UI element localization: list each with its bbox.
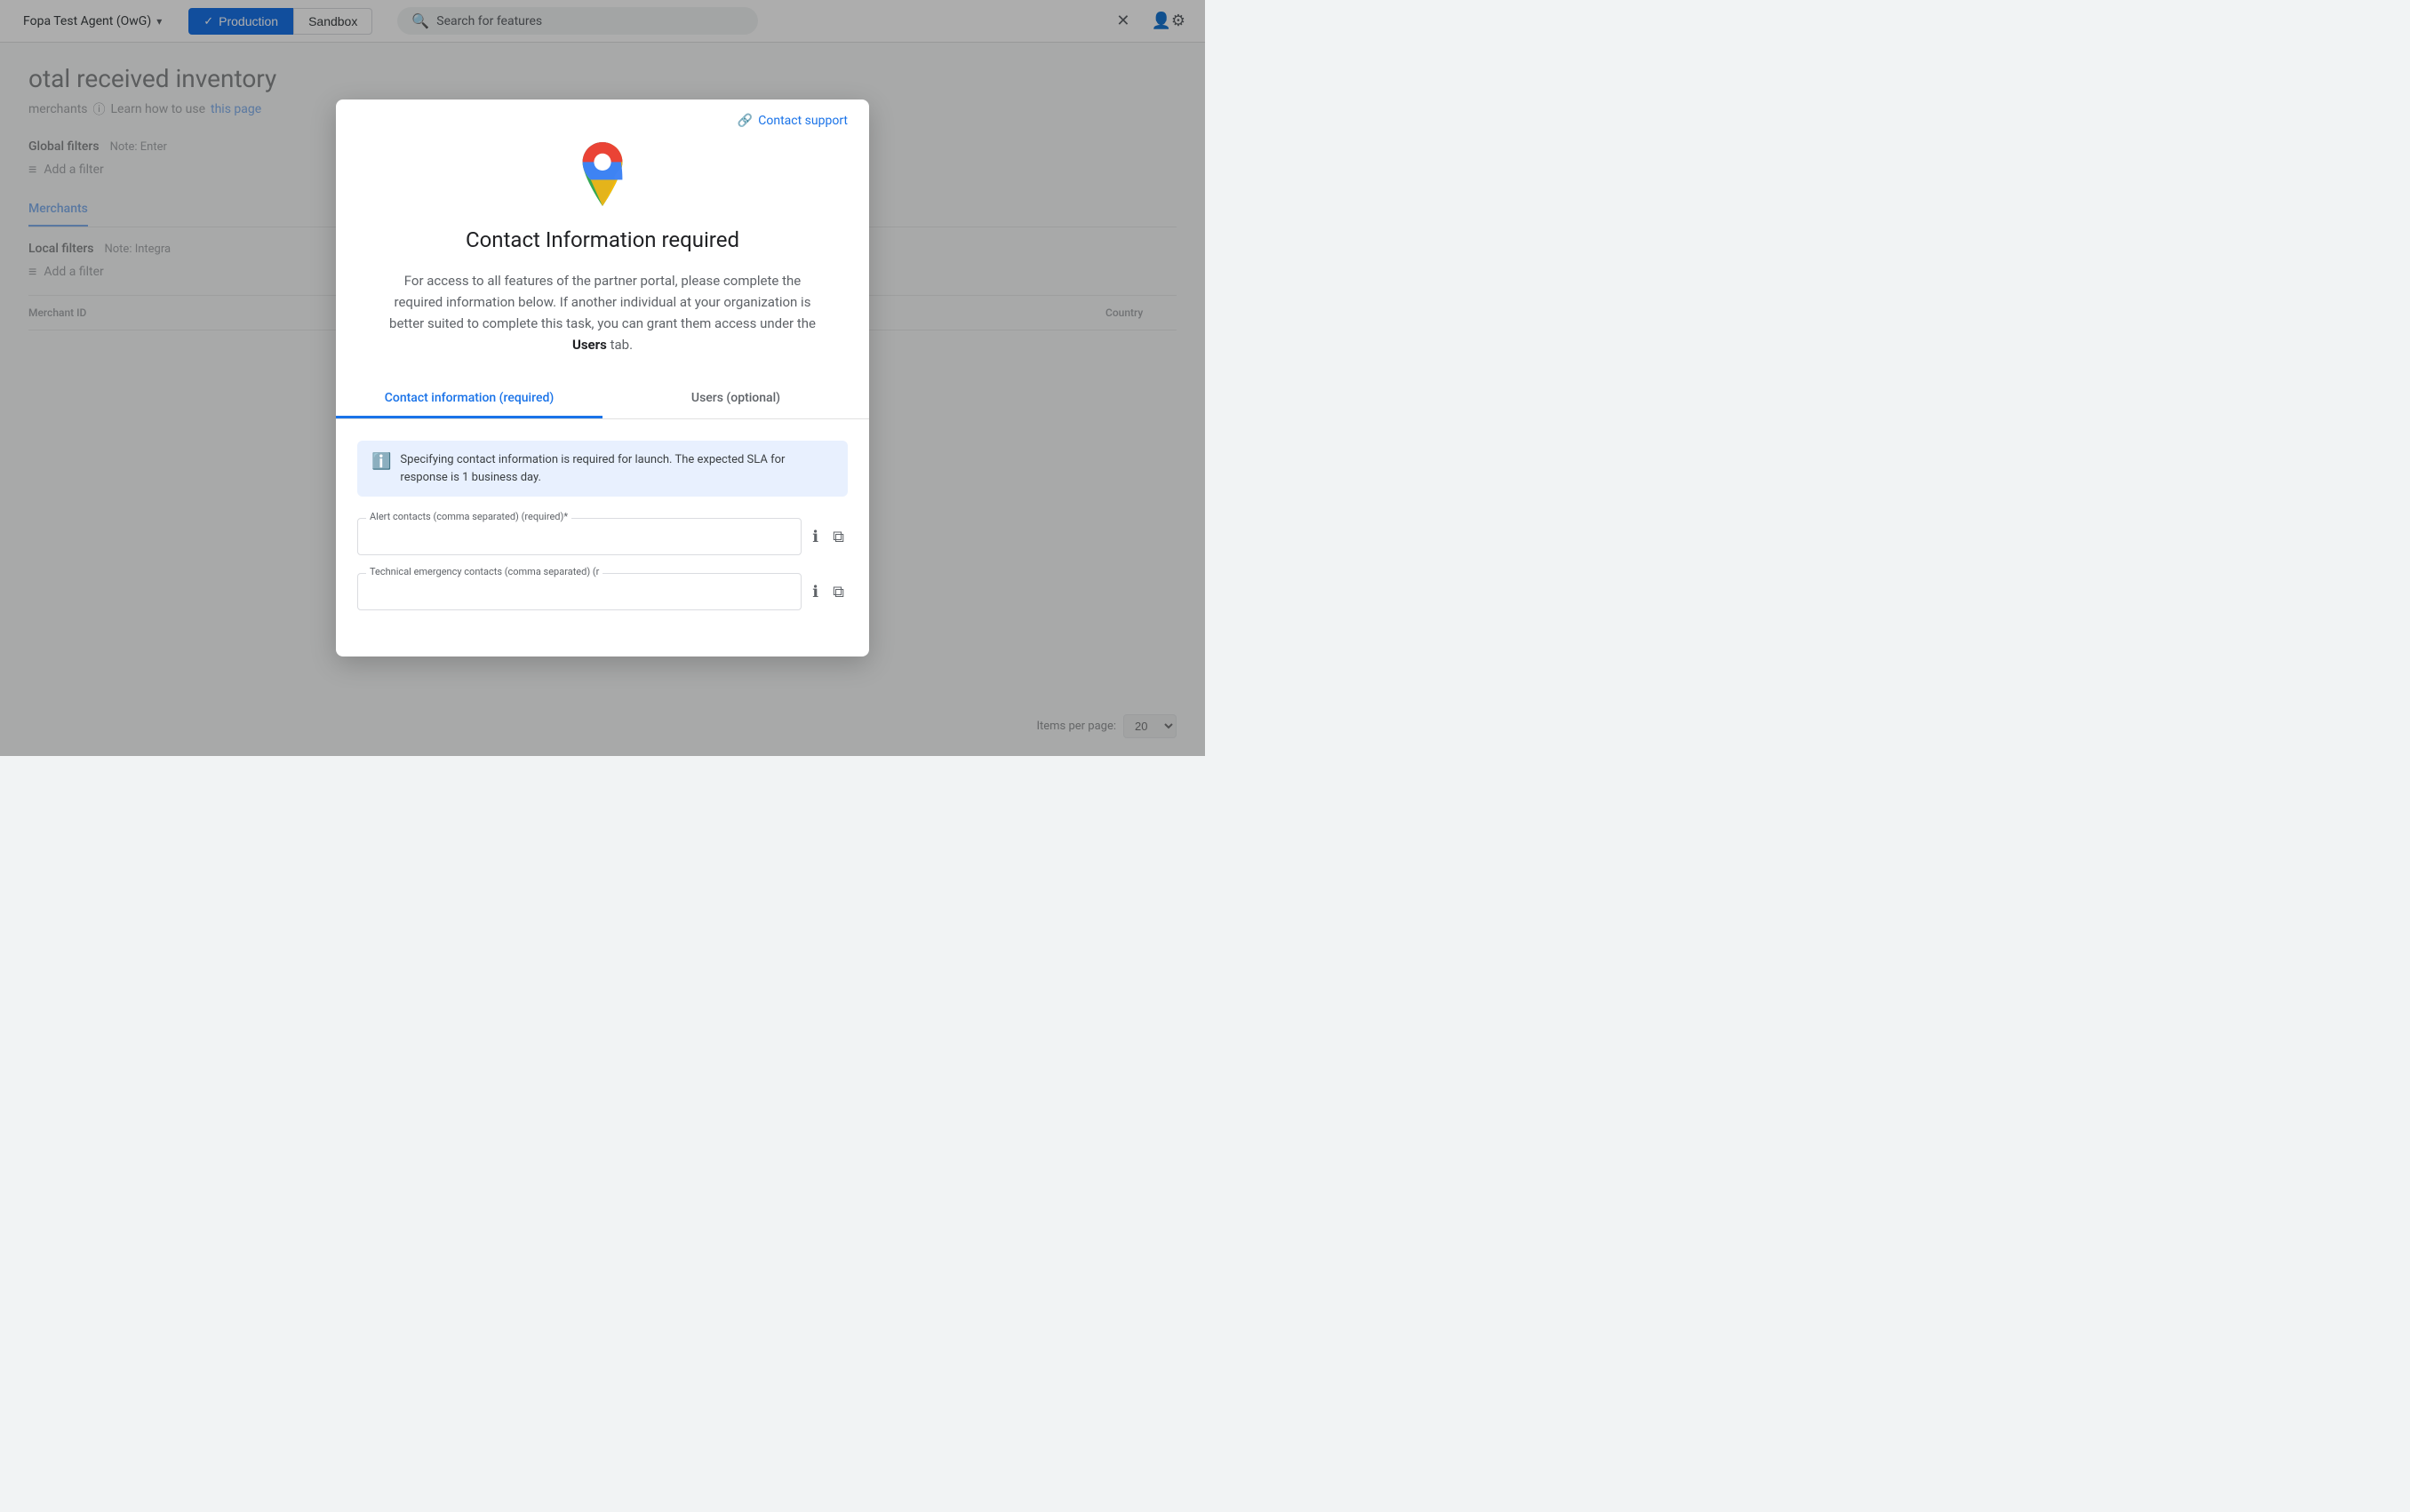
alert-contacts-icons: ℹ ⧉ bbox=[809, 524, 848, 550]
contact-form: Alert contacts (comma separated) (requir… bbox=[336, 518, 869, 610]
external-link-icon: 🔗 bbox=[738, 114, 753, 128]
tech-emergency-info-icon[interactable]: ℹ bbox=[809, 579, 822, 605]
tech-emergency-field-group: Technical emergency contacts (comma sepa… bbox=[357, 573, 848, 610]
modal-title: Contact Information required bbox=[336, 227, 869, 252]
contact-info-tab[interactable]: Contact information (required) bbox=[336, 380, 602, 418]
modal-top-bar: 🔗 Contact support bbox=[336, 99, 869, 128]
tech-emergency-copy-icon[interactable]: ⧉ bbox=[829, 579, 848, 605]
modal-body-text: For access to all features of the partne… bbox=[336, 270, 869, 355]
users-optional-tab[interactable]: Users (optional) bbox=[602, 380, 869, 418]
tech-emergency-wrapper: Technical emergency contacts (comma sepa… bbox=[357, 573, 802, 610]
alert-contacts-copy-icon[interactable]: ⧉ bbox=[829, 524, 848, 550]
contact-info-modal: 🔗 Contact support Contact Information re… bbox=[336, 99, 869, 657]
alert-contacts-input[interactable] bbox=[357, 518, 802, 555]
tech-emergency-icons: ℹ ⧉ bbox=[809, 579, 848, 605]
modal-tab-bar: Contact information (required) Users (op… bbox=[336, 380, 869, 419]
tech-emergency-input[interactable] bbox=[357, 573, 802, 610]
info-banner: ℹ️ Specifying contact information is req… bbox=[357, 441, 848, 497]
google-maps-logo bbox=[571, 142, 634, 206]
tech-emergency-label: Technical emergency contacts (comma sepa… bbox=[366, 566, 602, 577]
contact-support-link[interactable]: 🔗 Contact support bbox=[738, 114, 848, 128]
info-banner-text: Specifying contact information is requir… bbox=[400, 451, 834, 486]
info-banner-icon: ℹ️ bbox=[371, 452, 391, 471]
alert-contacts-field-group: Alert contacts (comma separated) (requir… bbox=[357, 518, 848, 555]
alert-contacts-label: Alert contacts (comma separated) (requir… bbox=[366, 511, 571, 522]
alert-contacts-input-row: Alert contacts (comma separated) (requir… bbox=[357, 518, 848, 555]
tech-emergency-input-row: Technical emergency contacts (comma sepa… bbox=[357, 573, 848, 610]
alert-contacts-info-icon[interactable]: ℹ bbox=[809, 524, 822, 550]
alert-contacts-wrapper: Alert contacts (comma separated) (requir… bbox=[357, 518, 802, 555]
modal-overlay: 🔗 Contact support Contact Information re… bbox=[0, 0, 1205, 756]
modal-logo bbox=[336, 128, 869, 227]
